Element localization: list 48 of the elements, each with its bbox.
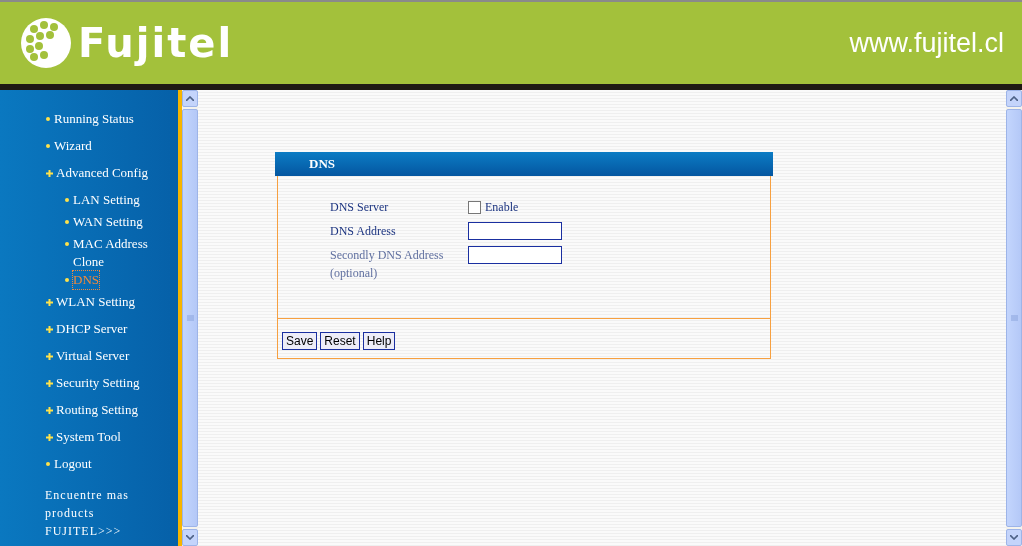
checkbox-label: Enable xyxy=(485,199,519,215)
input-field[interactable] xyxy=(468,246,562,264)
scroll-down-icon[interactable] xyxy=(1010,535,1018,540)
scrollbar-thumb[interactable] xyxy=(182,109,198,527)
nav-link[interactable]: Virtual Server xyxy=(56,347,130,365)
logo-icon xyxy=(20,17,72,69)
promo-link[interactable]: Encuentre mas products FUJITEL>>> xyxy=(0,482,155,540)
nav-link[interactable]: Routing Setting xyxy=(56,401,138,419)
nav-link[interactable]: Security Setting xyxy=(56,374,140,392)
bullet-icon xyxy=(65,278,69,282)
panel-title: DNS xyxy=(275,152,773,176)
plus-icon xyxy=(46,326,53,333)
nav-link[interactable]: MAC Address Clone xyxy=(73,235,168,271)
scroll-up-icon[interactable] xyxy=(186,96,194,101)
nav-link[interactable]: System Tool xyxy=(56,428,121,446)
field-label: DNS Server xyxy=(330,199,390,216)
field-label: Secondly DNS Address (optional) xyxy=(330,247,445,282)
nav-link[interactable]: WAN Setting xyxy=(73,213,143,231)
bullet-icon xyxy=(65,198,69,202)
bullet-icon xyxy=(65,242,69,246)
bullet-icon xyxy=(46,117,50,121)
scrollbar-thumb[interactable] xyxy=(1006,109,1022,527)
plus-icon xyxy=(46,170,53,177)
plus-icon xyxy=(46,380,53,387)
nav-link[interactable]: LAN Setting xyxy=(73,191,140,209)
nav-link[interactable]: Running Status xyxy=(54,110,134,128)
plus-icon xyxy=(46,299,53,306)
field-label: DNS Address xyxy=(330,223,397,240)
checkbox[interactable] xyxy=(468,200,481,214)
bullet-icon xyxy=(46,462,50,466)
nav-link[interactable]: WLAN Setting xyxy=(56,293,136,311)
bullet-icon xyxy=(65,220,69,224)
plus-icon xyxy=(46,407,53,414)
form-button[interactable]: Reset xyxy=(320,332,360,350)
bullet-icon xyxy=(46,144,50,148)
scroll-down-icon[interactable] xyxy=(186,535,194,540)
plus-icon xyxy=(46,434,53,441)
website-url: www.fujitel.cl xyxy=(849,27,1004,59)
logo-text: Fujitel xyxy=(78,20,234,66)
form-button[interactable]: Help xyxy=(362,332,396,350)
plus-icon xyxy=(46,353,53,360)
nav-link[interactable]: Advanced Config xyxy=(56,164,149,182)
nav-link[interactable]: DHCP Server xyxy=(56,320,128,338)
scroll-up-icon[interactable] xyxy=(1010,96,1018,101)
nav-link[interactable]: Logout xyxy=(54,455,92,473)
nav-link[interactable]: Wizard xyxy=(54,137,92,155)
input-field[interactable] xyxy=(468,222,562,240)
form-button[interactable]: Save xyxy=(282,332,318,350)
